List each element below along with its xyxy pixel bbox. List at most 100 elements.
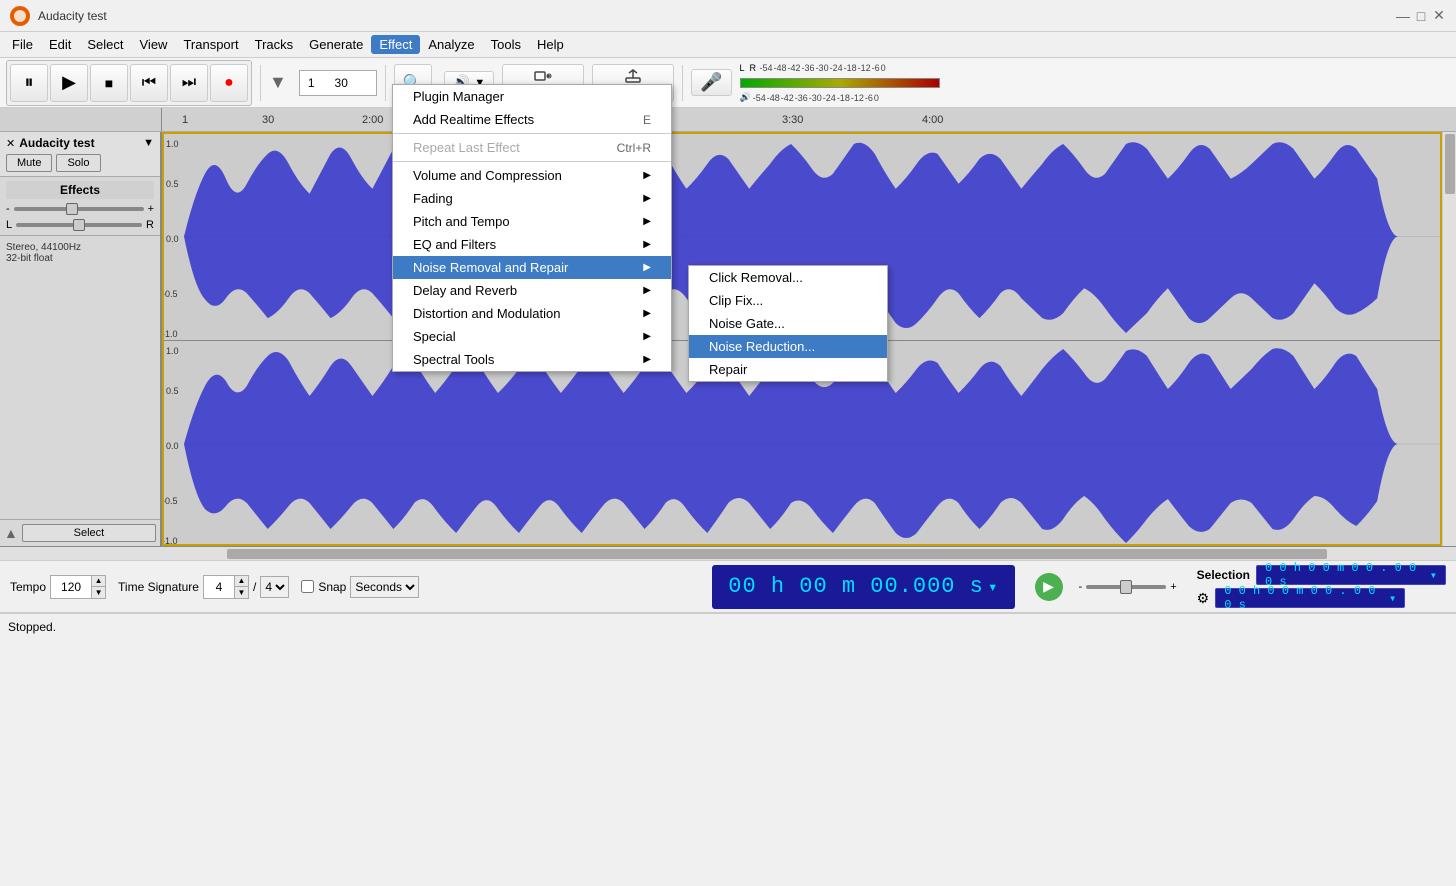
right-scrollbar[interactable] bbox=[1442, 132, 1456, 546]
menu-special[interactable]: Special ▶ bbox=[393, 325, 671, 348]
pan-slider-thumb[interactable] bbox=[73, 219, 85, 231]
menu-noise-removal[interactable]: Noise Removal and Repair ▶ bbox=[393, 256, 671, 279]
effect-dropdown-menu: Plugin Manager Add Realtime Effects E Re… bbox=[392, 84, 672, 372]
snap-indicator: ▼ bbox=[269, 72, 287, 93]
time-signature-group: Time Signature ▲ ▼ / 48 bbox=[118, 575, 289, 599]
track-menu-button[interactable]: ▼ bbox=[143, 137, 154, 149]
pan-slider-track[interactable] bbox=[16, 223, 142, 227]
audio-setup-icon bbox=[533, 68, 553, 84]
menu-delay-reverb[interactable]: Delay and Reverb ▶ bbox=[393, 279, 671, 302]
menu-distortion[interactable]: Distortion and Modulation ▶ bbox=[393, 302, 671, 325]
stop-button[interactable]: ■ bbox=[90, 64, 128, 102]
ruler-mark-200: 2:00 bbox=[362, 114, 383, 126]
sig-num-up[interactable]: ▲ bbox=[234, 576, 248, 587]
delay-arrow: ▶ bbox=[643, 285, 651, 296]
pan-l-label: L bbox=[6, 219, 12, 231]
menu-analyze[interactable]: Analyze bbox=[420, 35, 482, 54]
vu-scale-bottom: -54-48-42-36-30-24-18-12-60 bbox=[753, 93, 879, 103]
effects-section: Effects - + L R bbox=[0, 177, 160, 236]
menu-effect[interactable]: Effect bbox=[371, 35, 420, 54]
sig-divider: / bbox=[253, 580, 256, 594]
vu-output-icon: 🔊 bbox=[740, 92, 751, 103]
submenu-click-removal[interactable]: Click Removal... bbox=[689, 266, 887, 289]
play-green-button[interactable]: ▶ bbox=[1035, 573, 1063, 601]
mute-button[interactable]: Mute bbox=[6, 154, 52, 172]
microphone-icon: 🎤 bbox=[700, 72, 722, 93]
selection-settings-icon[interactable]: ⚙ bbox=[1197, 590, 1210, 607]
minimize-button[interactable]: — bbox=[1396, 9, 1410, 23]
snap-unit-select[interactable]: Seconds bbox=[350, 576, 419, 598]
menu-select[interactable]: Select bbox=[79, 35, 131, 54]
menu-repeat-last[interactable]: Repeat Last Effect Ctrl+R bbox=[393, 136, 671, 159]
vu-meter-output: 🔊 -54-48-42-36-30-24-18-12-60 bbox=[740, 91, 1451, 105]
snap-checkbox[interactable] bbox=[301, 580, 314, 593]
selection-label: Selection bbox=[1197, 568, 1250, 582]
menu-tracks[interactable]: Tracks bbox=[247, 35, 302, 54]
tempo-up[interactable]: ▲ bbox=[91, 576, 105, 587]
close-button[interactable]: ✕ bbox=[1432, 9, 1446, 23]
select-button[interactable]: Select bbox=[22, 524, 156, 542]
scroll-thumb-v[interactable] bbox=[1445, 134, 1455, 194]
pitch-arrow: ▶ bbox=[643, 216, 651, 227]
submenu-repair[interactable]: Repair bbox=[689, 358, 887, 381]
collapse-button[interactable]: ▲ bbox=[4, 525, 18, 541]
sig-denominator[interactable]: 48 bbox=[260, 576, 289, 598]
track-close-button[interactable]: ✕ bbox=[6, 137, 15, 150]
tempo-input-wrap[interactable]: ▲ ▼ bbox=[50, 575, 106, 599]
record-button[interactable]: ● bbox=[210, 64, 248, 102]
menu-eq-filters[interactable]: EQ and Filters ▶ bbox=[393, 233, 671, 256]
maximize-button[interactable]: □ bbox=[1414, 9, 1428, 23]
menu-tools[interactable]: Tools bbox=[483, 35, 529, 54]
menu-fading[interactable]: Fading ▶ bbox=[393, 187, 671, 210]
volume-slider-thumb[interactable] bbox=[66, 203, 78, 215]
skip-forward-button[interactable]: ⏭ bbox=[170, 64, 208, 102]
amp-label-bn1: -1.0 bbox=[164, 536, 178, 546]
menu-help[interactable]: Help bbox=[529, 35, 572, 54]
selection-start-arrow[interactable]: ▾ bbox=[1430, 568, 1437, 583]
menu-transport[interactable]: Transport bbox=[175, 35, 246, 54]
menu-generate[interactable]: Generate bbox=[301, 35, 371, 54]
horizontal-scrollbar[interactable] bbox=[0, 547, 1456, 561]
amp-label-0: 0.0 bbox=[166, 234, 179, 244]
tempo-slider-thumb[interactable] bbox=[1120, 580, 1132, 594]
sig-numerator[interactable] bbox=[204, 576, 234, 598]
tempo-slider-track[interactable] bbox=[1086, 585, 1166, 589]
amp-label-bn05: -0.5 bbox=[164, 496, 178, 506]
submenu-noise-gate[interactable]: Noise Gate... bbox=[689, 312, 887, 335]
tempo-slider-plus: + bbox=[1170, 581, 1176, 593]
sig-num-down[interactable]: ▼ bbox=[234, 587, 248, 598]
amp-label-n1: -1.0 bbox=[164, 329, 178, 339]
eq-arrow: ▶ bbox=[643, 239, 651, 250]
pause-button[interactable]: ⏸ bbox=[10, 64, 48, 102]
sig-num-wrap[interactable]: ▲ ▼ bbox=[203, 575, 249, 599]
microphone-button[interactable]: 🎤 bbox=[691, 69, 731, 96]
menu-spectral[interactable]: Spectral Tools ▶ bbox=[393, 348, 671, 371]
scrollbar-thumb-h[interactable] bbox=[227, 549, 1327, 559]
ruler-spacer bbox=[0, 108, 162, 131]
submenu-clip-fix[interactable]: Clip Fix... bbox=[689, 289, 887, 312]
toolbar-separator-3 bbox=[682, 65, 683, 101]
track-header: ✕ Audacity test ▼ Mute Solo bbox=[0, 132, 160, 177]
menu-plugin-manager[interactable]: Plugin Manager bbox=[393, 85, 671, 108]
menu-edit[interactable]: Edit bbox=[41, 35, 79, 54]
menu-add-realtime[interactable]: Add Realtime Effects E bbox=[393, 108, 671, 131]
special-arrow: ▶ bbox=[643, 331, 651, 342]
time-dropdown-arrow[interactable]: ▾ bbox=[988, 577, 999, 597]
menu-pitch-tempo[interactable]: Pitch and Tempo ▶ bbox=[393, 210, 671, 233]
tempo-input[interactable] bbox=[51, 576, 91, 598]
tempo-down[interactable]: ▼ bbox=[91, 587, 105, 598]
submenu-noise-reduction[interactable]: Noise Reduction... bbox=[689, 335, 887, 358]
menu-view[interactable]: View bbox=[132, 35, 176, 54]
skip-back-button[interactable]: ⏮ bbox=[130, 64, 168, 102]
selection-end-arrow[interactable]: ▾ bbox=[1389, 591, 1396, 606]
play-button[interactable]: ▶ bbox=[50, 64, 88, 102]
solo-button[interactable]: Solo bbox=[56, 154, 100, 172]
vol-minus: - bbox=[6, 203, 10, 215]
scrollbar-track[interactable] bbox=[162, 547, 1456, 560]
snap-label: Snap bbox=[318, 580, 346, 594]
menu-volume-compression[interactable]: Volume and Compression ▶ bbox=[393, 164, 671, 187]
menu-file[interactable]: File bbox=[4, 35, 41, 54]
amp-label-05: 0.5 bbox=[166, 179, 179, 189]
volume-slider-track[interactable] bbox=[14, 207, 144, 211]
amp-label-1: 1.0 bbox=[166, 139, 179, 149]
